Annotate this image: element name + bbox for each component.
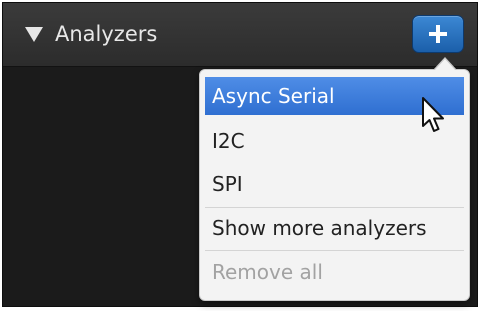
- arrow-cursor-icon: [422, 97, 444, 132]
- menu-item-remove-all: Remove all: [212, 260, 323, 284]
- panel-header: Analyzers: [3, 3, 477, 67]
- plus-icon: [429, 25, 447, 43]
- menu-divider: [205, 250, 464, 251]
- screenshot-frame: Analyzers Async Serial I2C SPI Show more…: [0, 0, 482, 311]
- triangle-down-icon[interactable]: [25, 27, 43, 42]
- add-analyzer-button[interactable]: [412, 15, 464, 53]
- menu-item-show-more-analyzers[interactable]: Show more analyzers: [205, 209, 464, 247]
- menu-pointer-fill: [434, 59, 456, 71]
- menu-item-spi[interactable]: SPI: [205, 165, 464, 203]
- panel-title: Analyzers: [55, 22, 158, 46]
- menu-divider: [205, 207, 464, 208]
